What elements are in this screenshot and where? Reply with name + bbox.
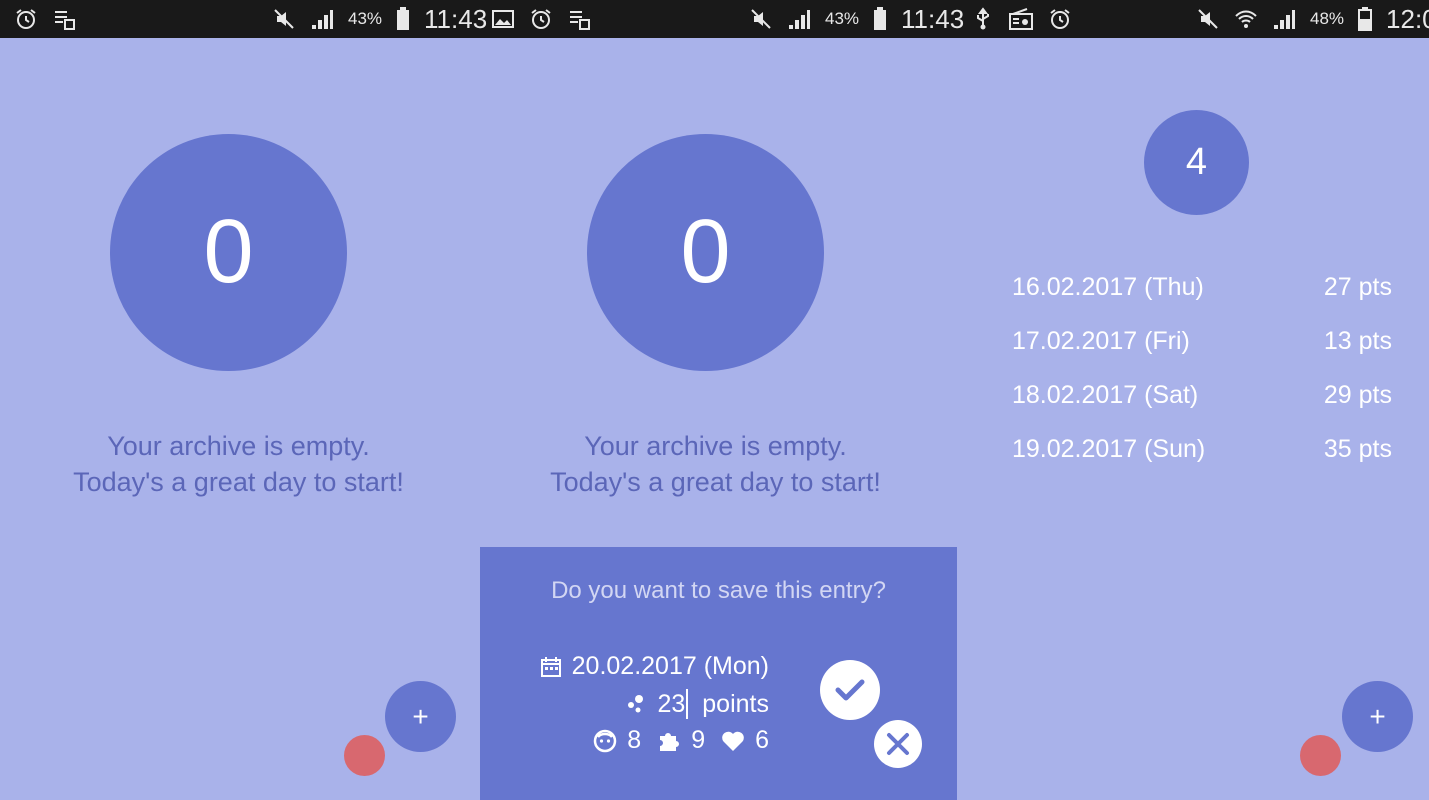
mute-icon	[1198, 9, 1218, 29]
battery-icon	[1358, 7, 1373, 31]
entry-count-circle: 4	[1144, 110, 1249, 215]
history-points: 27 pts	[1323, 273, 1392, 301]
secondary-action-button[interactable]	[1300, 735, 1341, 776]
status-icons-left-1	[14, 0, 76, 38]
history-date: 19.02.2017 (Sun)	[1012, 435, 1206, 463]
calendar-icon	[540, 656, 561, 677]
entry-stats-row: 8 9 6	[593, 726, 769, 755]
archive-screen-empty: 0 Your archive is empty. Today's a great…	[0, 38, 477, 800]
save-entry-dialog: Do you want to save this entry? 20.02.20…	[480, 547, 957, 800]
battery-percent: 48%	[1310, 9, 1345, 28]
entry-date-row: 20.02.2017 (Mon)	[540, 652, 769, 681]
check-icon	[835, 679, 865, 701]
history-date: 16.02.2017 (Thu)	[1012, 273, 1204, 301]
empty-message-line2: Today's a great day to start!	[73, 467, 404, 497]
points-unit: points	[702, 689, 769, 718]
history-item[interactable]: 19.02.2017 (Sun) 35 pts	[1012, 435, 1392, 489]
close-icon	[887, 733, 909, 755]
status-icons-left-2	[491, 0, 591, 38]
secondary-action-button[interactable]	[344, 735, 385, 776]
wifi-icon	[1235, 10, 1257, 28]
clock: 12:07	[1386, 3, 1429, 34]
history-item[interactable]: 18.02.2017 (Sat) 29 pts	[1012, 381, 1392, 435]
status-icons-right-3: 48% 12:07	[1196, 0, 1429, 38]
history-item[interactable]: 17.02.2017 (Fri) 13 pts	[1012, 327, 1392, 381]
empty-archive-message: Your archive is empty. Today's a great d…	[477, 428, 954, 500]
signal-icon	[312, 10, 333, 29]
tasks-icon	[55, 11, 75, 30]
stat-heart-value[interactable]: 6	[755, 726, 769, 755]
image-icon	[492, 10, 514, 28]
heart-icon	[722, 731, 744, 751]
entry-count-circle: 0	[110, 134, 347, 371]
mute-icon	[274, 9, 294, 29]
status-icons-left-3	[972, 0, 1072, 38]
alarm-icon	[1050, 9, 1070, 29]
signal-icon	[789, 10, 810, 29]
points-value: 23	[657, 689, 686, 718]
archive-screen-history: 4 16.02.2017 (Thu) 27 pts 17.02.2017 (Fr…	[954, 38, 1429, 800]
tasks-icon	[570, 11, 590, 30]
add-entry-button[interactable]: +	[385, 681, 456, 752]
history-item[interactable]: 16.02.2017 (Thu) 27 pts	[1012, 273, 1392, 327]
empty-message-line1: Your archive is empty.	[107, 431, 370, 461]
dialog-title: Do you want to save this entry?	[551, 577, 886, 604]
clock: 11:43	[901, 3, 965, 34]
history-points: 29 pts	[1323, 381, 1392, 409]
stat-face-value[interactable]: 8	[627, 726, 641, 755]
usb-icon	[977, 7, 989, 30]
status-icons-right-1: 43% 11:43	[272, 0, 487, 38]
text-cursor	[686, 689, 689, 719]
cancel-save-button[interactable]	[874, 720, 922, 768]
radio-icon	[1009, 8, 1033, 30]
battery-percent: 43%	[348, 9, 383, 28]
battery-percent: 43%	[825, 9, 860, 28]
puzzle-icon	[660, 732, 680, 751]
archive-screen-dialog: 0 Your archive is empty. Today's a great…	[477, 38, 957, 800]
history-points: 13 pts	[1323, 327, 1392, 355]
stat-puzzle-value[interactable]: 9	[691, 726, 705, 755]
history-date: 18.02.2017 (Sat)	[1012, 381, 1199, 409]
status-icons-right-2: 43% 11:43	[749, 0, 964, 38]
alarm-icon	[16, 9, 36, 29]
clock: 11:43	[424, 3, 488, 34]
empty-message-line2: Today's a great day to start!	[550, 467, 881, 497]
points-input[interactable]: 23	[657, 689, 692, 719]
battery-icon	[874, 7, 887, 30]
mute-icon	[751, 9, 771, 29]
face-icon	[594, 729, 617, 752]
add-entry-button[interactable]: +	[1342, 681, 1413, 752]
alarm-icon	[531, 9, 551, 29]
entry-count-circle: 0	[587, 134, 824, 371]
empty-message-line1: Your archive is empty.	[584, 431, 847, 461]
status-bar: 43% 11:43 43% 11:43 48% 12:07	[0, 0, 1429, 38]
history-date: 17.02.2017 (Fri)	[1012, 327, 1190, 355]
confirm-save-button[interactable]	[820, 660, 880, 720]
entry-points-row: 23 points	[625, 689, 769, 719]
signal-icon	[1274, 10, 1295, 29]
history-list: 16.02.2017 (Thu) 27 pts 17.02.2017 (Fri)…	[1012, 273, 1392, 489]
history-points: 35 pts	[1323, 435, 1392, 463]
battery-icon	[397, 7, 410, 30]
empty-archive-message: Your archive is empty. Today's a great d…	[0, 428, 477, 500]
entry-date[interactable]: 20.02.2017 (Mon)	[572, 652, 769, 681]
dots-icon	[628, 695, 644, 713]
